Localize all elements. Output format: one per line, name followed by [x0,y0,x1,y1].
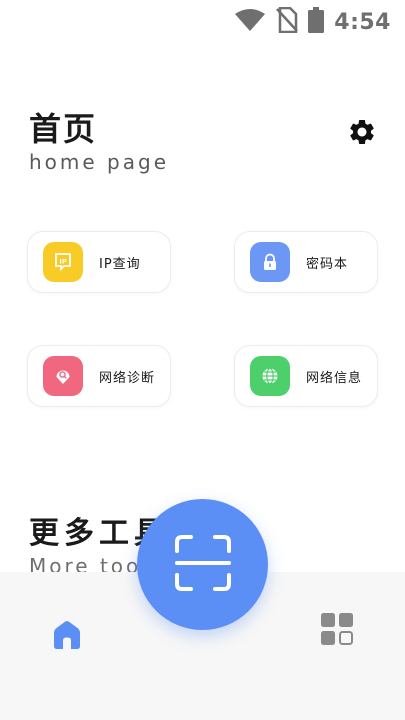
tool-card-label: 网络信息 [306,370,363,386]
page-subtitle: home page [29,150,170,174]
wifi-icon [234,8,266,36]
scan-button[interactable] [137,499,268,630]
tool-card-password-book[interactable]: 密码本 [234,231,378,293]
ip-tag-icon: IP [43,242,83,282]
svg-text:IP: IP [59,258,66,266]
settings-button[interactable] [346,118,378,150]
search-shield-icon [43,356,83,396]
tool-card-network-diagnosis[interactable]: 网络诊断 [27,345,171,407]
tool-card-label: 密码本 [306,256,349,272]
no-sim-icon [276,6,299,37]
lock-icon [250,242,290,282]
apps-grid-icon [320,612,354,650]
tool-card-ip-lookup[interactable]: IP IP查询 [27,231,171,293]
scan-icon [174,534,232,596]
globe-icon [250,356,290,396]
battery-icon [308,7,325,37]
page-title: 首页 [29,110,98,148]
status-bar: 4:54 [0,0,405,44]
tool-card-label: IP查询 [99,256,141,272]
home-icon [50,619,84,655]
status-icons: 4:54 [234,6,391,37]
tool-card-label: 网络诊断 [99,370,156,386]
tool-card-network-info[interactable]: 网络信息 [234,345,378,407]
nav-home-button[interactable] [50,620,84,654]
nav-apps-button[interactable] [320,612,354,650]
status-time: 4:54 [334,9,391,35]
gear-icon [347,117,377,151]
